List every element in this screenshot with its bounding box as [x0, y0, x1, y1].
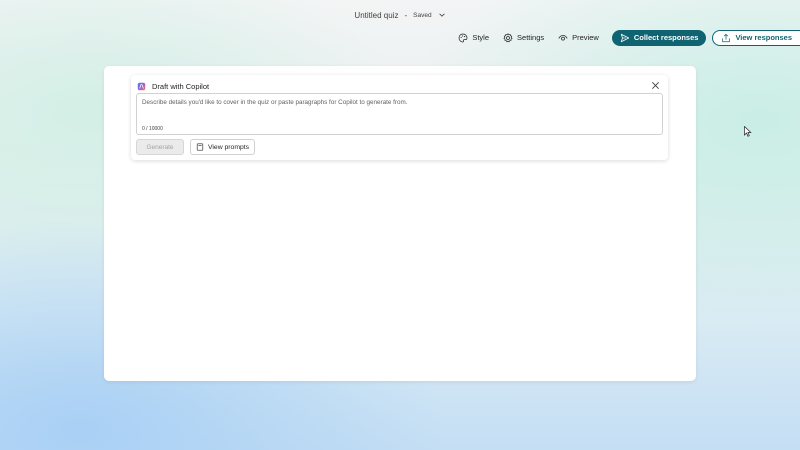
view-prompts-label: View prompts	[208, 143, 250, 151]
title-bar: Untitled quiz - Saved	[0, 0, 800, 30]
copilot-panel-title: Draft with Copilot	[152, 81, 210, 91]
settings-button[interactable]: Settings	[496, 29, 551, 46]
title-separator: -	[404, 10, 408, 20]
copilot-prompt-input[interactable]	[142, 99, 657, 121]
copilot-draft-panel: Draft with Copilot 0 / 10000 Generate Vi…	[131, 75, 668, 160]
send-icon	[620, 33, 629, 42]
share-icon	[722, 33, 731, 42]
save-status: Saved	[413, 11, 432, 19]
style-button[interactable]: Style	[451, 29, 496, 46]
quiz-canvas: Draft with Copilot 0 / 10000 Generate Vi…	[104, 66, 696, 381]
mouse-pointer-icon	[744, 126, 752, 137]
palette-icon	[458, 33, 468, 42]
document-title-group[interactable]: Untitled quiz - Saved	[354, 11, 445, 20]
character-counter: 0 / 10000	[142, 126, 163, 132]
collect-responses-label: Collect responses	[633, 33, 699, 42]
generate-button[interactable]: Generate	[136, 139, 184, 155]
notebook-icon	[196, 143, 204, 151]
copilot-actions: Generate View prompts	[136, 139, 256, 155]
view-prompts-button[interactable]: View prompts	[190, 139, 256, 155]
settings-label: Settings	[517, 33, 545, 42]
chevron-down-icon[interactable]	[438, 11, 446, 19]
copilot-logo-icon	[137, 82, 146, 90]
view-responses-label: View responses	[735, 33, 792, 42]
eye-icon	[558, 34, 568, 41]
close-icon[interactable]	[651, 81, 660, 90]
view-responses-button[interactable]: View responses	[712, 29, 800, 46]
preview-button[interactable]: Preview	[551, 29, 606, 46]
preview-label: Preview	[572, 33, 599, 42]
toolbar: Style Settings Preview Collect responses…	[451, 29, 800, 46]
copilot-panel-header: Draft with Copilot	[137, 80, 662, 92]
style-label: Style	[472, 33, 490, 42]
gear-icon	[503, 32, 513, 42]
collect-responses-button[interactable]: Collect responses	[611, 29, 707, 46]
copilot-prompt-box[interactable]: 0 / 10000	[136, 93, 663, 135]
document-title[interactable]: Untitled quiz	[354, 11, 398, 20]
